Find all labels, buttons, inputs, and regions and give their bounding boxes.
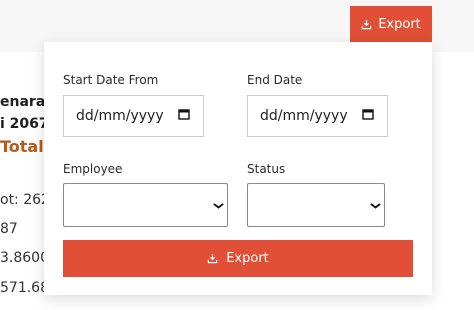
employee-select[interactable] — [63, 183, 228, 227]
end-date-label: End Date — [247, 73, 303, 87]
employee-label: Employee — [63, 162, 123, 176]
status-select[interactable] — [247, 183, 385, 227]
end-date-input[interactable]: dd/mm/yyyy — [247, 95, 388, 137]
download-icon — [361, 19, 372, 30]
end-date-value: dd/mm/yyyy — [260, 108, 348, 124]
export-toggle-label: Export — [378, 16, 421, 32]
calendar-icon[interactable] — [362, 108, 374, 124]
chevron-down-icon — [213, 199, 225, 212]
status-label: Status — [247, 162, 286, 176]
start-date-input[interactable]: dd/mm/yyyy — [63, 95, 204, 137]
start-date-label: Start Date From — [63, 73, 159, 87]
chevron-down-icon — [370, 199, 382, 212]
export-submit-button[interactable]: Export — [63, 240, 413, 277]
calendar-icon[interactable] — [178, 108, 190, 124]
bg-total-label: Total — [0, 137, 44, 156]
start-date-value: dd/mm/yyyy — [76, 108, 164, 124]
export-submit-label: Export — [226, 251, 269, 266]
download-icon — [207, 253, 218, 264]
export-toggle-button[interactable]: Export — [350, 6, 432, 42]
bg-line-5: 87 — [0, 221, 18, 237]
export-filter-panel: Start Date From dd/mm/yyyy End Date dd/m… — [44, 42, 432, 295]
